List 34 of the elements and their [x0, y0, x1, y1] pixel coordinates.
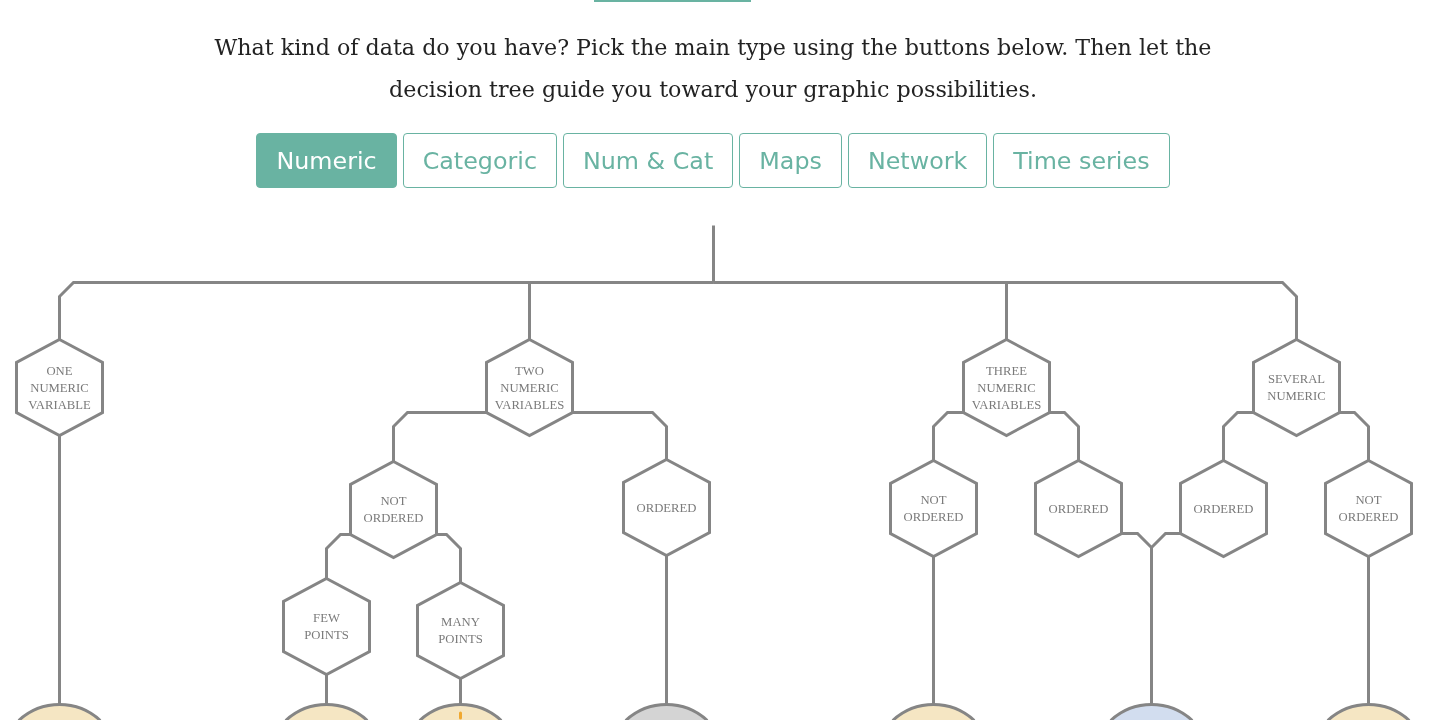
connector-line: [436, 533, 462, 583]
outcome-circle[interactable]: [891, 703, 976, 720]
node-label: TWO NUMERIC VARIABLES: [494, 362, 565, 413]
node-label: ORDERED: [636, 499, 697, 516]
data-type-tab[interactable]: Numeric: [256, 133, 397, 188]
connector-line: [1222, 411, 1254, 461]
node-label: NOT ORDERED: [903, 491, 964, 526]
node-label: NOT ORDERED: [363, 492, 424, 527]
outcome-circle[interactable]: [284, 703, 369, 720]
node-label: NOT ORDERED: [1338, 491, 1399, 526]
intro-text: What kind of data do you have? Pick the main type using the buttons below. Then let the decision tree guide you toward your graphic possibilities.: [213, 33, 1213, 104]
outcome-circle[interactable]: [17, 703, 102, 720]
outcome-circle[interactable]: [624, 703, 709, 720]
node-label: SEVERAL NUMERIC: [1267, 370, 1326, 405]
outcome-circle[interactable]: [418, 703, 503, 720]
connector-line: [1049, 411, 1080, 461]
node-label: ONE NUMERIC VARIABLE: [28, 362, 91, 413]
data-type-tab[interactable]: Network: [847, 133, 988, 188]
node-label: ORDERED: [1193, 500, 1254, 517]
connector-line: [325, 674, 328, 705]
node-label: MANY POINTS: [438, 613, 483, 648]
outcome-circle[interactable]: [1326, 703, 1411, 720]
node-label: FEW POINTS: [304, 609, 349, 644]
node-label: ORDERED: [1048, 500, 1109, 517]
data-type-tab[interactable]: Num & Cat: [563, 133, 734, 188]
connector-line: [932, 411, 964, 461]
connector-line: [459, 678, 462, 705]
data-type-tab[interactable]: Time series: [993, 133, 1170, 188]
node-label: THREE NUMERIC VARIABLES: [971, 362, 1042, 413]
connector-line: [1339, 411, 1370, 461]
data-type-tab[interactable]: Maps: [739, 133, 842, 188]
outcome-circle[interactable]: [1109, 703, 1194, 720]
connector-line: [325, 533, 351, 579]
data-type-tab[interactable]: Categoric: [402, 133, 557, 188]
